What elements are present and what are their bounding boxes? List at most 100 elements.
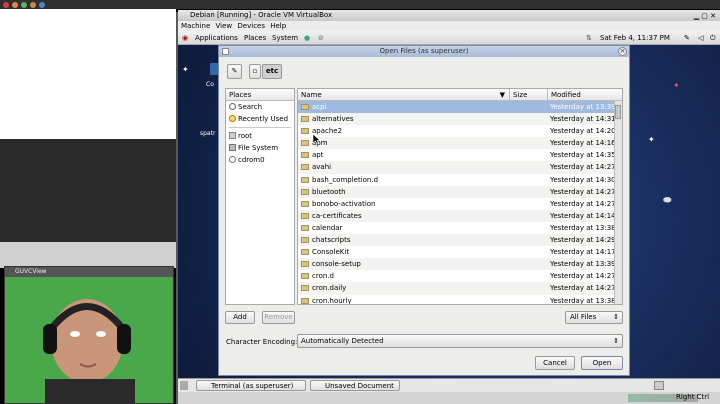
menu-view[interactable]: View [216, 22, 233, 30]
cancel-button[interactable]: Cancel [535, 356, 575, 370]
file-row[interactable]: cron.daily Yesterday at 14:27 [298, 282, 622, 295]
file-row[interactable]: ca-certificates Yesterday at 14:14 [298, 209, 622, 222]
file-filter-select[interactable]: All Files ⇕ [565, 311, 623, 324]
file-list-scrollbar[interactable] [614, 101, 622, 304]
file-size-cell [510, 186, 548, 198]
file-row[interactable]: cron.d Yesterday at 14:27 [298, 270, 622, 282]
folder-icon [301, 273, 309, 280]
menu-help[interactable]: Help [270, 22, 286, 30]
open-button[interactable]: Open [581, 356, 623, 370]
panel-clock[interactable]: Sat Feb 4, 11:37 PM [600, 31, 670, 45]
clock-icon [229, 115, 236, 122]
file-modified: Yesterday at 14:30 [550, 175, 616, 184]
folder-icon [301, 297, 309, 304]
file-size-cell [510, 258, 548, 270]
file-name-cell: bluetooth [298, 186, 510, 198]
places-panel: Places Search Recently Used root File Sy… [225, 88, 295, 305]
file-row[interactable]: acpi Yesterday at 13:39 [298, 101, 622, 114]
trash-icon[interactable] [654, 381, 664, 390]
places-separator [229, 127, 291, 128]
file-row[interactable]: calendar Yesterday at 13:38 [298, 222, 622, 234]
dialog-title: Open Files (as superuser) [379, 47, 469, 55]
file-row[interactable]: apache2 Yesterday at 14:20 [298, 125, 622, 137]
file-name-cell: apache2 [298, 125, 510, 137]
taskbar-document-button[interactable]: Unsaved Document 1 ... [310, 380, 400, 400]
file-name-cell: apm [298, 137, 510, 149]
file-size-cell [510, 174, 548, 186]
host-app-icon[interactable] [12, 1, 18, 8]
file-name-cell: bonobo-activation [298, 198, 510, 210]
column-size[interactable]: Size [510, 89, 548, 100]
folder-icon [301, 237, 309, 244]
encoding-select[interactable]: Automatically Detected ⇕ [297, 334, 623, 348]
host-key-label: Right Ctrl [676, 393, 710, 401]
host-app-icon[interactable] [30, 1, 36, 8]
encoding-value: Automatically Detected [301, 337, 384, 345]
menu-devices[interactable]: Devices [237, 22, 265, 30]
drive-icon: ▫ [252, 67, 258, 75]
column-name-label: Name [301, 91, 322, 99]
column-modified[interactable]: Modified [548, 89, 622, 100]
places-header[interactable]: Places [226, 89, 294, 101]
file-modified: Yesterday at 14:31 [550, 115, 616, 124]
close-icon[interactable]: × [618, 47, 627, 56]
host-app-icon[interactable] [3, 1, 9, 8]
file-modified: Yesterday at 14:29 [550, 236, 616, 245]
path-back-button[interactable]: ▫ [249, 64, 261, 79]
file-name: bluetooth [312, 187, 346, 196]
open-files-dialog: Open Files (as superuser) × ✎ ▫ etc Plac… [218, 45, 630, 376]
folder-icon [301, 249, 309, 256]
folder-icon [301, 285, 309, 292]
notes-icon[interactable]: ✎ [684, 31, 690, 45]
desktop-icon-label: Co [206, 81, 214, 88]
place-recently-used[interactable]: Recently Used [226, 113, 294, 125]
file-row[interactable]: avahi Yesterday at 14:27 [298, 161, 622, 174]
file-name-cell: cron.d [298, 270, 510, 282]
file-name: apt [312, 151, 324, 160]
volume-icon[interactable]: ◁ [698, 31, 703, 45]
places-menu[interactable]: Places [244, 31, 266, 45]
file-row[interactable]: alternatives Yesterday at 14:31 [298, 113, 622, 126]
updown-arrow-icon: ⇕ [613, 337, 619, 345]
show-desktop-icon[interactable] [180, 381, 188, 390]
menu-machine[interactable]: Machine [181, 22, 210, 30]
file-row[interactable]: bluetooth Yesterday at 14:27 [298, 185, 622, 198]
file-row[interactable]: ConsoleKit Yesterday at 14:17 [298, 246, 622, 258]
file-row[interactable]: bash_completion.d Yesterday at 14:30 [298, 174, 622, 186]
file-row[interactable]: chatscripts Yesterday at 14:29 [298, 234, 622, 247]
type-location-button[interactable]: ✎ [227, 64, 242, 79]
remove-button[interactable]: Remove [262, 311, 295, 324]
power-icon[interactable]: ⏻ [710, 31, 716, 45]
place-search[interactable]: Search [226, 101, 294, 113]
column-name[interactable]: Name ▼ [298, 89, 510, 100]
taskbar-terminal-button[interactable]: Terminal (as superuser) [196, 380, 306, 391]
file-row[interactable]: apm Yesterday at 14:16 [298, 137, 622, 150]
webcam-title: GUVCView [5, 267, 173, 277]
host-app-icon[interactable] [21, 1, 27, 8]
mouse-cursor-icon [313, 134, 321, 145]
scrollbar-thumb[interactable] [615, 105, 621, 119]
breadcrumb-etc[interactable]: etc [262, 64, 282, 79]
add-button[interactable]: Add [225, 311, 255, 324]
place-root[interactable]: root [226, 130, 294, 142]
browser-icon[interactable]: ● [304, 31, 310, 45]
file-filter-value: All Files [570, 313, 597, 321]
file-row[interactable]: console-setup Yesterday at 13:39 [298, 258, 622, 271]
help-icon[interactable]: ⊘ [318, 31, 324, 45]
pencil-icon: ✎ [231, 67, 238, 75]
file-modified: Yesterday at 14:20 [550, 127, 616, 136]
file-list-header: Name ▼ Size Modified [298, 89, 622, 101]
file-name-cell: ConsoleKit [298, 246, 510, 258]
file-row[interactable]: bonobo-activation Yesterday at 14:27 [298, 198, 622, 210]
file-row[interactable]: apt Yesterday at 14:35 [298, 149, 622, 161]
sort-arrow-icon: ▼ [499, 91, 505, 99]
system-menu[interactable]: System [272, 31, 298, 45]
file-size-cell [510, 125, 548, 137]
place-file-system[interactable]: File System [226, 142, 294, 154]
desktop-star-icon: ✦ [673, 81, 680, 90]
file-modified: Yesterday at 14:27 [550, 284, 616, 293]
place-cdrom0[interactable]: cdrom0 [226, 154, 294, 166]
applications-menu[interactable]: Applications [195, 31, 238, 45]
host-app-icon[interactable] [39, 1, 45, 8]
file-row[interactable]: cron.hourly Yesterday at 13:38 [298, 295, 622, 304]
